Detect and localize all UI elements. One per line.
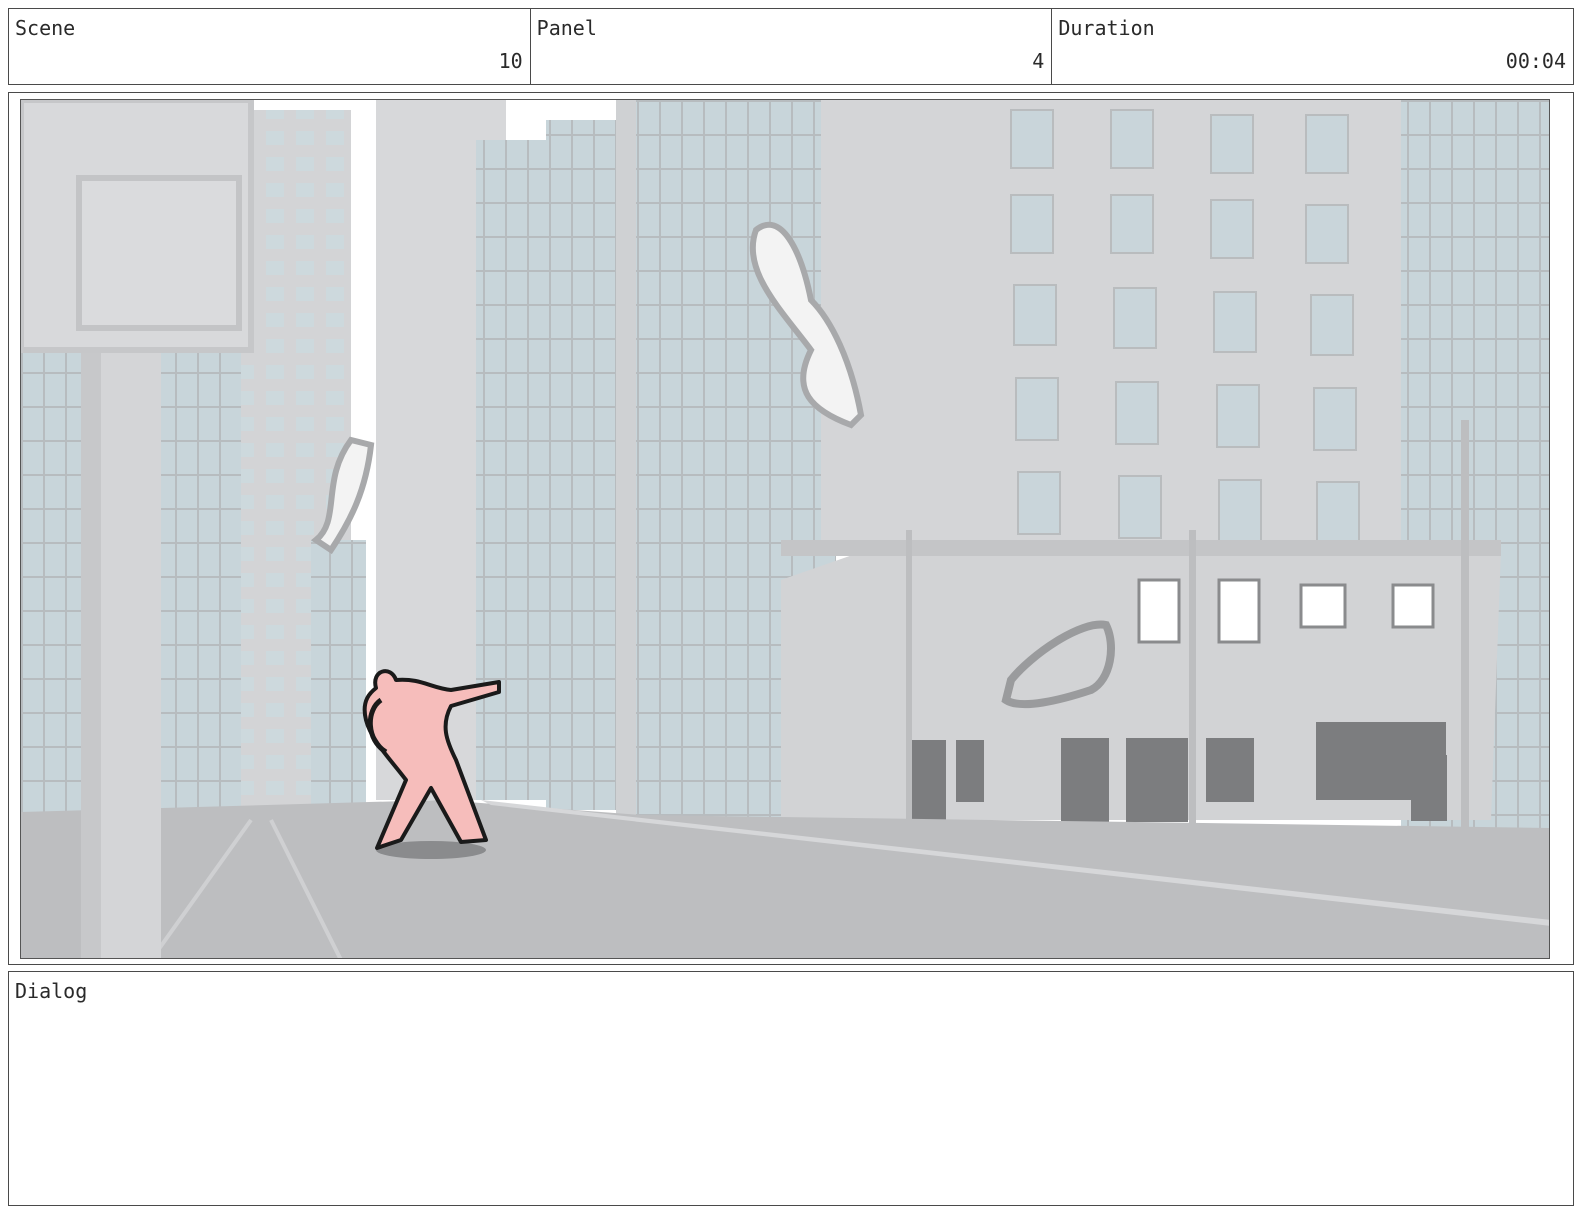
dialog-label: Dialog bbox=[15, 979, 88, 1003]
duration-label: Duration bbox=[1058, 16, 1155, 40]
city-street-illustration bbox=[21, 100, 1549, 958]
panel-label: Panel bbox=[536, 16, 597, 40]
panel-value[interactable]: 4 bbox=[1032, 49, 1044, 73]
dialog-panel: Dialog bbox=[8, 971, 1574, 1206]
panel-header: Scene 10 Panel 4 Duration 00:04 bbox=[8, 8, 1574, 85]
frame-image[interactable] bbox=[20, 99, 1550, 959]
duration-field: Duration 00:04 bbox=[1052, 9, 1573, 84]
scene-field: Scene 10 bbox=[9, 9, 531, 84]
panel-field: Panel 4 bbox=[531, 9, 1053, 84]
scene-value[interactable]: 10 bbox=[499, 49, 523, 73]
duration-value[interactable]: 00:04 bbox=[1506, 49, 1566, 73]
storyboard-frame bbox=[8, 92, 1574, 965]
scene-label: Scene bbox=[15, 16, 76, 40]
